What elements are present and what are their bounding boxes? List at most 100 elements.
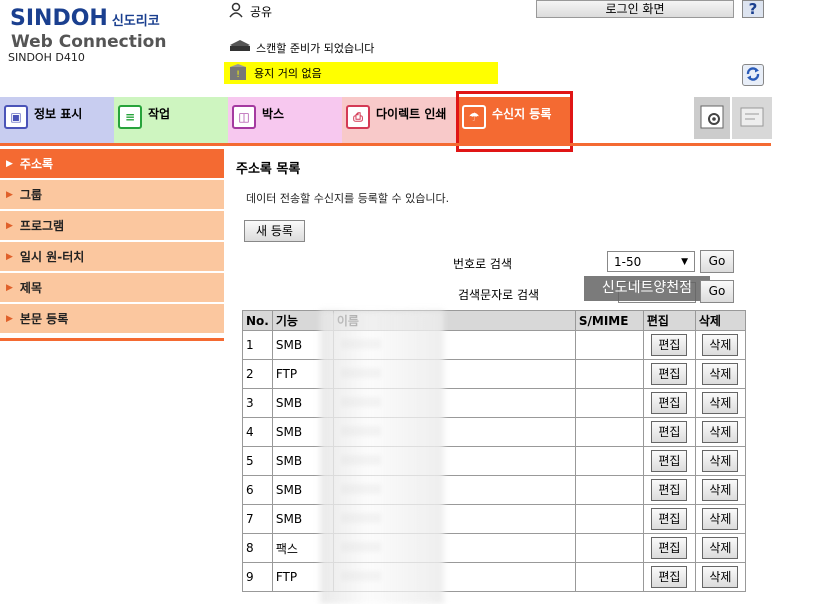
delete-button[interactable]: 삭제 <box>702 537 739 559</box>
edit-button[interactable]: 편집 <box>651 450 688 472</box>
row-smime <box>574 533 644 563</box>
table-row: 4 SMB 편집 삭제 <box>242 417 746 447</box>
sidebar-item-label: 주소록 <box>19 157 54 171</box>
edit-button[interactable]: 편집 <box>651 479 688 501</box>
delete-button[interactable]: 삭제 <box>702 392 739 414</box>
info-icon: ▣ <box>4 105 28 129</box>
col-header-smime: S/MIME <box>574 310 644 331</box>
row-edit-cell: 편집 <box>642 417 696 447</box>
search-number-label: 번호로 검색 <box>453 257 513 271</box>
sidebar-item-body-text[interactable]: ▶ 본문 등록 <box>0 304 224 333</box>
delete-button[interactable]: 삭제 <box>702 363 739 385</box>
row-edit-cell: 편집 <box>642 359 696 389</box>
row-number: 1 <box>242 330 273 360</box>
sidebar-bottom-line <box>0 338 224 341</box>
brand-name: SINDOH <box>10 6 108 31</box>
search-text-label: 검색문자로 검색 <box>458 288 540 302</box>
page-title: 주소록 목록 <box>236 162 301 177</box>
sidebar-item-program[interactable]: ▶ 프로그램 <box>0 211 224 240</box>
sidebar-item-group[interactable]: ▶ 그룹 <box>0 180 224 209</box>
triangle-right-icon: ▶ <box>6 251 13 262</box>
row-number: 2 <box>242 359 273 389</box>
row-smime <box>574 388 644 418</box>
tab-label: 박스 <box>262 107 285 121</box>
row-smime <box>574 417 644 447</box>
row-smime <box>574 562 644 592</box>
row-number: 7 <box>242 504 273 534</box>
user-icon <box>228 2 244 21</box>
row-number: 5 <box>242 446 273 476</box>
delete-button[interactable]: 삭제 <box>702 334 739 356</box>
delete-button[interactable]: 삭제 <box>702 421 739 443</box>
triangle-right-icon: ▶ <box>6 189 13 200</box>
edit-button[interactable]: 편집 <box>651 566 688 588</box>
table-row: 5 SMB 편집 삭제 <box>242 446 746 476</box>
edit-button[interactable]: 편집 <box>651 421 688 443</box>
row-edit-cell: 편집 <box>642 504 696 534</box>
edit-button[interactable]: 편집 <box>651 363 688 385</box>
refresh-button[interactable] <box>742 64 764 86</box>
sidebar-item-label: 본문 등록 <box>19 312 69 326</box>
edit-button[interactable]: 편집 <box>651 392 688 414</box>
table-row: 1 SMB 편집 삭제 <box>242 330 746 360</box>
number-range-value: 1-50 <box>614 254 642 269</box>
tab-box[interactable]: ◫ 박스 <box>228 97 342 143</box>
sidebar-item-subject[interactable]: ▶ 제목 <box>0 273 224 302</box>
triangle-right-icon: ▶ <box>6 282 13 293</box>
delete-button[interactable]: 삭제 <box>702 508 739 530</box>
paper-low-icon: ! <box>228 63 248 84</box>
settings-gear-icon <box>699 104 725 133</box>
device-model: SINDOH D410 <box>8 51 85 64</box>
row-number: 8 <box>242 533 273 563</box>
sidebar-item-label: 제목 <box>19 281 43 295</box>
row-number: 6 <box>242 475 273 505</box>
tab-direct-print[interactable]: ⎙ 다이렉트 인쇄 <box>342 97 456 143</box>
tab-utility[interactable] <box>694 97 730 139</box>
row-smime <box>574 330 644 360</box>
delete-button[interactable]: 삭제 <box>702 450 739 472</box>
row-delete-cell: 삭제 <box>694 359 746 389</box>
go-number-button[interactable]: Go <box>700 250 734 273</box>
table-row: 3 SMB 편집 삭제 <box>242 388 746 418</box>
tab-job[interactable]: ≡ 작업 <box>114 97 228 143</box>
go-text-button[interactable]: Go <box>700 280 734 303</box>
delete-button[interactable]: 삭제 <box>702 566 739 588</box>
tab-info-display[interactable]: ▣ 정보 표시 <box>0 97 114 143</box>
job-list-icon: ≡ <box>118 105 142 129</box>
row-edit-cell: 편집 <box>642 533 696 563</box>
refresh-icon <box>745 66 761 85</box>
sidebar-item-label: 그룹 <box>19 188 43 202</box>
tab-underline <box>0 143 771 146</box>
tab-panel[interactable] <box>732 97 772 139</box>
delete-button[interactable]: 삭제 <box>702 479 739 501</box>
edit-button[interactable]: 편집 <box>651 334 688 356</box>
row-smime <box>574 504 644 534</box>
row-delete-cell: 삭제 <box>694 446 746 476</box>
row-smime <box>574 475 644 505</box>
row-edit-cell: 편집 <box>642 562 696 592</box>
col-header-no: No. <box>242 310 273 331</box>
brand-name-kr: 신도리코 <box>111 14 160 29</box>
table-header-row: No. 기능 이름 S/MIME 편집 삭제 <box>242 310 746 331</box>
print-icon: ⎙ <box>346 105 370 129</box>
table-row: 9 FTP 편집 삭제 <box>242 562 746 592</box>
new-register-button[interactable]: 새 등록 <box>244 220 305 242</box>
sidebar-item-address-book[interactable]: ▶ 주소록 <box>0 149 224 178</box>
sidebar: ▶ 주소록 ▶ 그룹 ▶ 프로그램 ▶ 일시 원-터치 ▶ 제목 ▶ 본문 등록 <box>0 149 224 335</box>
row-delete-cell: 삭제 <box>694 533 746 563</box>
row-delete-cell: 삭제 <box>694 330 746 360</box>
login-button[interactable]: 로그인 화면 <box>536 0 734 18</box>
number-range-select[interactable]: 1-50 ▼ <box>607 251 695 272</box>
row-edit-cell: 편집 <box>642 446 696 476</box>
scanner-icon <box>228 38 252 57</box>
edit-button[interactable]: 편집 <box>651 537 688 559</box>
row-delete-cell: 삭제 <box>694 475 746 505</box>
warning-text: 용지 거의 없음 <box>254 67 322 80</box>
user-info: 공유 <box>228 2 272 21</box>
edit-button[interactable]: 편집 <box>651 508 688 530</box>
warning-bar: ! 용지 거의 없음 <box>224 62 498 84</box>
col-header-edit: 편집 <box>642 310 696 331</box>
help-button[interactable]: ? <box>742 0 764 18</box>
row-number: 4 <box>242 417 273 447</box>
sidebar-item-temp-onetouch[interactable]: ▶ 일시 원-터치 <box>0 242 224 271</box>
